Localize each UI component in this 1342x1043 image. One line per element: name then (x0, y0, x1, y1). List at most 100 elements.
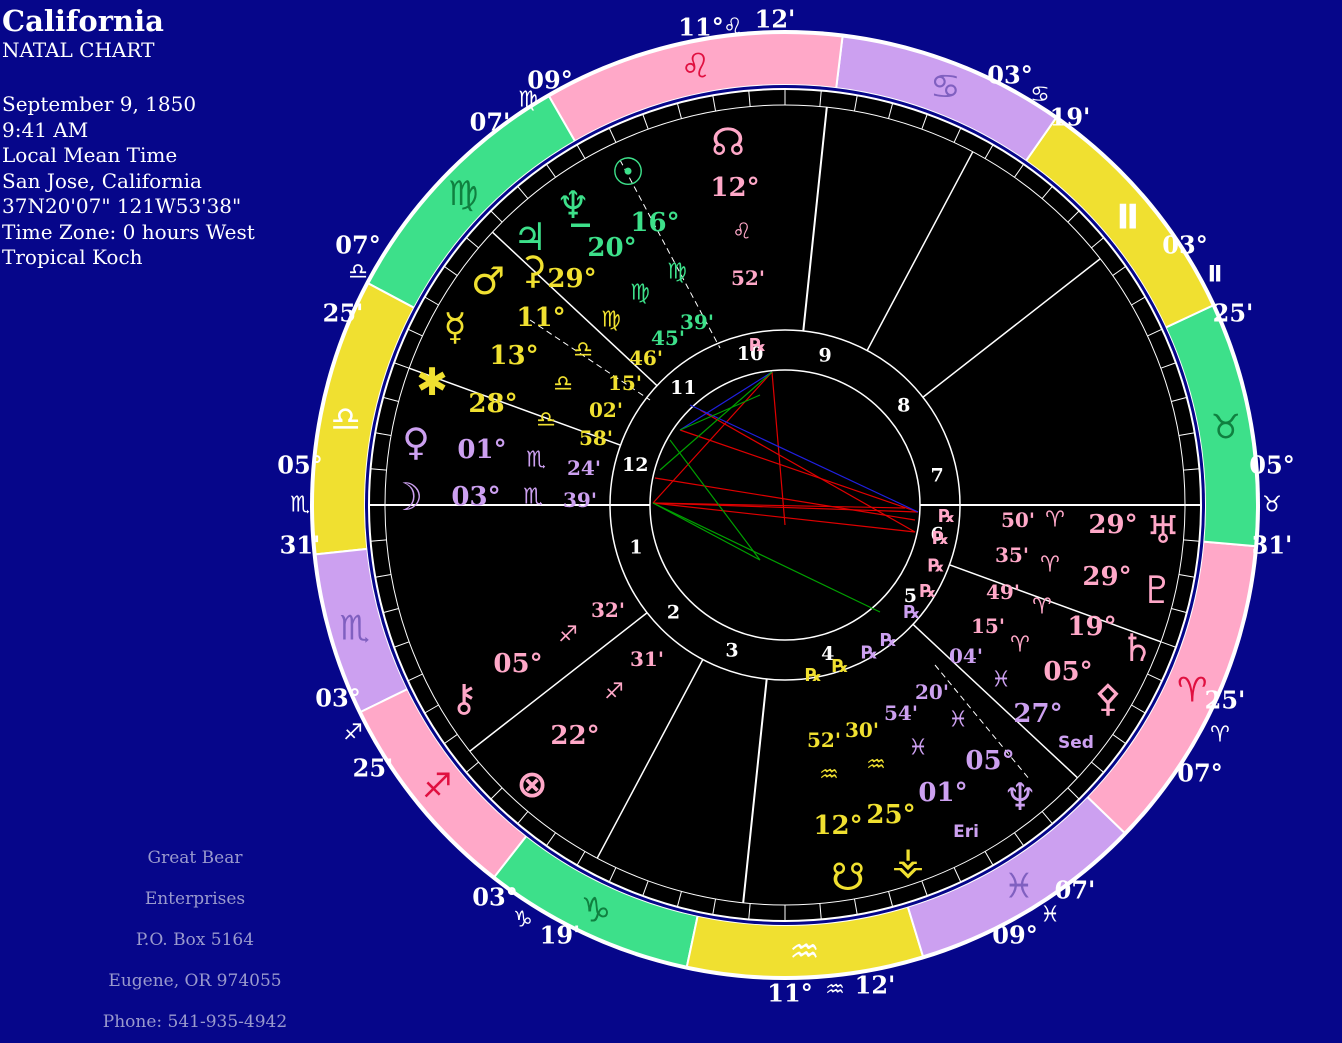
planet-vesta-icon: ⚶ (892, 839, 924, 883)
planet-uranus-icon: ♅ (1146, 508, 1180, 552)
planet-neptune-degree: 05° (965, 746, 1014, 776)
sign-glyph-capricorn: ♑ (581, 891, 611, 931)
planet-sun-minutes: 39' (680, 310, 714, 334)
house-number-2: 2 (667, 602, 680, 624)
cusp-1-first: 11° (678, 13, 723, 42)
cusp-11-second: 25' (323, 299, 364, 328)
house-number-12: 12 (622, 454, 648, 476)
planet-juno-icon: ✱ (416, 360, 448, 404)
planet-mercury-sign: ♎ (573, 338, 593, 363)
planet-vesta-retrograde: ℞ (832, 656, 848, 677)
planet-saturn-sign: ♈ (1032, 595, 1052, 620)
cusp-1-sign: ♌ (723, 15, 743, 40)
planet-chiron-minutes: 32' (591, 598, 625, 622)
planet-sedna-sign: ♓ (991, 668, 1011, 693)
planet-eris-degree: 01° (918, 778, 967, 808)
planet-vertex-icon: ♆̲ (556, 183, 590, 227)
planet-neptune-sign: ♓ (948, 708, 968, 733)
planet-saturn-minutes: 49' (986, 580, 1020, 604)
planet-venus-minutes: 24' (567, 456, 601, 480)
house-number-1: 1 (629, 537, 642, 559)
planet-ceres-minutes: 58' (579, 426, 613, 450)
planet-north-node-icon: ☊ (711, 120, 745, 164)
planet-juno-degree: 13° (489, 341, 538, 371)
planet-pallas-degree: 05° (1043, 657, 1092, 687)
planet-chiron-icon: ⚷ (450, 676, 478, 720)
cusp-4-sign: ♉ (1262, 493, 1282, 518)
natal-chart-wheel: ♈♉Ⅱ♋♌♍♎♏♐♑♒♓123 45678910111211° ♌ 12'03°♋19… (277, 5, 1294, 1008)
cusp-9-second: 25' (353, 754, 394, 783)
planet-uranus-retrograde: ℞ (939, 506, 955, 527)
sign-glyph-scorpio: ♏ (340, 608, 370, 648)
planet-part-of-fortune-icon: ⊗ (516, 762, 548, 806)
house-number-3: 3 (725, 640, 738, 662)
house-ring-inner (649, 369, 921, 641)
sign-glyph-aries: ♈ (1177, 671, 1207, 711)
cusp-5-first: 25' (1205, 686, 1246, 715)
cusp-5-second: 07° (1177, 759, 1222, 788)
planet-vesta-minutes: 30' (845, 718, 879, 742)
planet-saturn-retrograde: ℞ (928, 555, 944, 576)
planet-venus-icon: ♀ (402, 420, 430, 464)
cusp-10-sign: ♏ (290, 493, 310, 518)
planet-part-of-fortune-minutes: 31' (630, 647, 664, 671)
planet-eris-sign: ♓ (908, 736, 928, 761)
planet-sedna-icon: Sed (1058, 733, 1094, 753)
planet-south-node-degree: 12° (813, 811, 862, 841)
planet-pallas-icon: ⚴ (1094, 676, 1122, 720)
cusp-2-first: 03° (987, 61, 1032, 90)
cusp-8-sign: ♑ (513, 908, 533, 933)
sign-glyph-pisces: ♓ (1004, 867, 1034, 907)
planet-south-node-icon: ☋ (831, 855, 865, 899)
cusp-3-second: 25' (1213, 299, 1254, 328)
planet-pluto-sign: ♈ (1040, 553, 1060, 578)
sign-glyph-libra: ♎ (330, 400, 360, 440)
planet-mars-degree: 29° (547, 264, 596, 294)
planet-south-node-minutes: 52' (807, 728, 841, 752)
sign-glyph-cancer: ♋ (930, 67, 960, 107)
planet-sun-icon: ☉ (611, 150, 645, 194)
cusp-9-first: 03° (315, 684, 360, 713)
planet-south-node-sign: ♒ (819, 763, 839, 788)
cusp-4-first: 05° (1249, 451, 1294, 480)
cusp-12-sign: ♍ (518, 88, 538, 113)
cusp-2-sign: ♋ (1030, 83, 1050, 108)
planet-venus-degree: 01° (457, 435, 506, 465)
planet-neptune-retrograde: ℞ (880, 630, 896, 651)
planet-sun-degree: 16° (630, 208, 679, 238)
planet-pallas-minutes: 15' (971, 614, 1005, 638)
planet-pallas-sign: ♈ (1010, 633, 1030, 658)
planet-venus-sign: ♏ (526, 448, 546, 473)
planet-jupiter-sign: ♍ (630, 281, 650, 306)
planet-pluto-minutes: 35' (995, 543, 1029, 567)
planet-mercury-icon: ☿ (443, 305, 466, 349)
cusp-4-second: 31' (1252, 531, 1293, 560)
sign-glyph-leo: ♌ (681, 46, 711, 86)
planet-jupiter-degree: 20° (587, 233, 636, 263)
planet-eris-minutes: 54' (884, 701, 918, 725)
house-number-11: 11 (670, 377, 696, 399)
planet-juno-sign: ♎ (553, 372, 573, 397)
planet-vesta-degree: 25° (866, 800, 915, 830)
sign-glyph-sagittarius: ♐ (422, 767, 452, 807)
cusp-12-second: 07' (470, 108, 511, 137)
house-number-8: 8 (897, 394, 910, 416)
planet-vesta-sign: ♒ (866, 753, 886, 778)
planet-moon-minutes: 39' (563, 488, 597, 512)
planet-uranus-sign: ♈ (1045, 508, 1065, 533)
planet-eris-retrograde: ℞ (861, 643, 877, 664)
sign-glyph-gemini: Ⅱ (1117, 197, 1139, 237)
planet-part-of-fortune-degree: 22° (550, 721, 599, 751)
cusp-9-sign: ♐ (343, 721, 363, 746)
planet-sedna-retrograde: ℞ (904, 602, 920, 623)
planet-chiron-sign: ♐ (558, 623, 578, 648)
sign-glyph-taurus: ♉ (1210, 407, 1240, 447)
planet-ceres-icon: ⚳ (519, 248, 547, 292)
cusp-3-first: 03° (1162, 231, 1207, 260)
planet-north-node-degree: 12° (710, 173, 759, 203)
planet-saturn-icon: ♄ (1120, 626, 1154, 670)
cusp-10-second: 31' (280, 531, 321, 560)
planet-north-node-retrograde: ℞ (750, 335, 766, 356)
planet-mercury-degree: 11° (516, 303, 565, 333)
planet-north-node-sign: ♌ (732, 220, 752, 245)
